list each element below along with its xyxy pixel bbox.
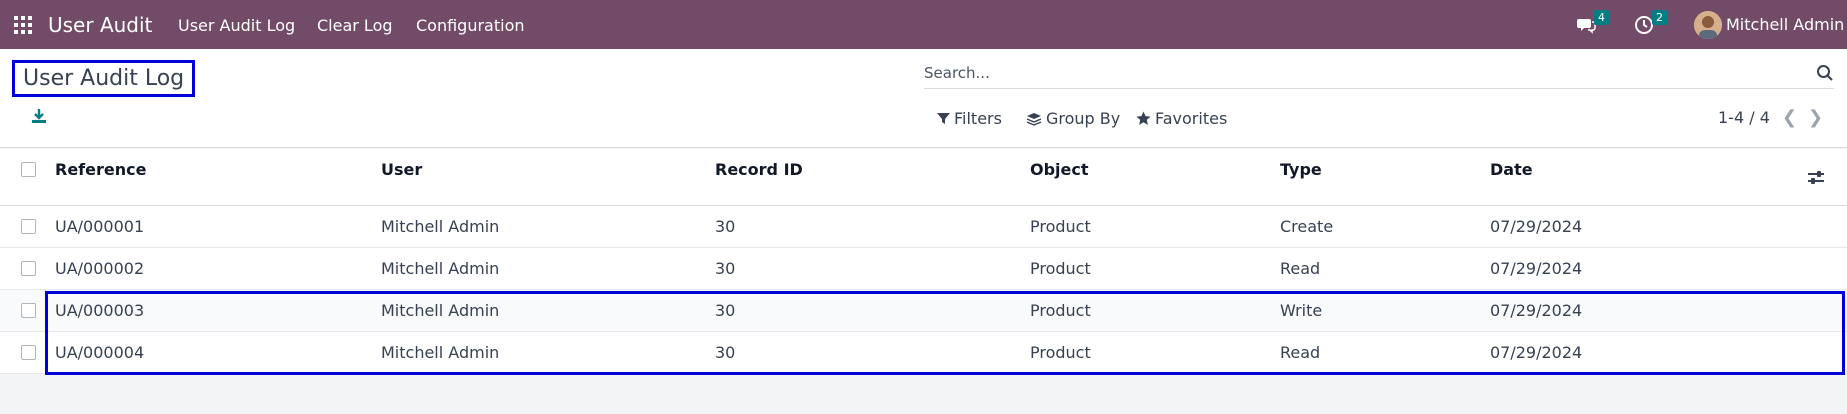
row-checkbox[interactable] [21, 303, 36, 318]
pager-next-icon[interactable]: ❯ [1808, 107, 1823, 128]
apps-menu-icon[interactable] [14, 16, 32, 34]
cell-date: 07/29/2024 [1490, 301, 1583, 320]
menu-user-audit-log[interactable]: User Audit Log [178, 16, 295, 35]
chat-icon [1577, 19, 1596, 34]
pager-previous-icon[interactable]: ❮ [1782, 107, 1797, 128]
favorites-label: Favorites [1155, 109, 1228, 128]
cell-record-id: 30 [715, 343, 736, 362]
column-header-reference[interactable]: Reference [55, 160, 146, 179]
cell-type: Write [1280, 301, 1323, 320]
row-checkbox[interactable] [21, 345, 36, 360]
user-avatar[interactable] [1694, 11, 1722, 39]
group-by-button[interactable]: Group By [1026, 109, 1120, 128]
clock-icon [1635, 16, 1653, 34]
cell-object: Product [1030, 343, 1091, 362]
column-header-record-id[interactable]: Record ID [715, 160, 803, 179]
cell-reference: UA/000002 [55, 259, 145, 278]
cell-reference: UA/000003 [55, 301, 145, 320]
menu-clear-log[interactable]: Clear Log [317, 16, 393, 35]
filter-icon [937, 113, 950, 124]
download-icon[interactable] [30, 107, 48, 125]
menu-configuration[interactable]: Configuration [416, 16, 525, 35]
user-menu-name[interactable]: Mitchell Admin [1726, 15, 1844, 34]
favorites-button[interactable]: Favorites [1136, 109, 1227, 128]
table-row[interactable]: UA/000003 Mitchell Admin 30 Product Writ… [0, 290, 1847, 332]
column-header-type[interactable]: Type [1280, 160, 1322, 179]
filters-button[interactable]: Filters [937, 109, 1002, 128]
search-input[interactable] [924, 59, 1804, 87]
cell-user: Mitchell Admin [381, 217, 500, 236]
audit-log-list: Reference User Record ID Object Type Dat… [0, 149, 1847, 374]
row-checkbox[interactable] [21, 261, 36, 276]
page-title: User Audit Log [12, 60, 196, 97]
column-header-object[interactable]: Object [1030, 160, 1089, 179]
cell-object: Product [1030, 217, 1091, 236]
table-row[interactable]: UA/000004 Mitchell Admin 30 Product Read… [0, 332, 1847, 374]
messages-badge: 4 [1594, 10, 1609, 25]
group-by-label: Group By [1046, 109, 1121, 128]
layers-icon [1026, 112, 1042, 126]
cell-record-id: 30 [715, 217, 736, 236]
activities-badge: 2 [1652, 10, 1667, 25]
control-panel: User Audit Log Filters Group By Favorite… [0, 49, 1847, 148]
optional-columns-icon[interactable] [1807, 169, 1825, 187]
cell-date: 07/29/2024 [1490, 217, 1583, 236]
table-row[interactable]: UA/000002 Mitchell Admin 30 Product Read… [0, 248, 1847, 290]
cell-record-id: 30 [715, 301, 736, 320]
cell-type: Read [1280, 343, 1321, 362]
search-icon[interactable] [1816, 64, 1834, 82]
column-header-date[interactable]: Date [1490, 160, 1533, 179]
cell-user: Mitchell Admin [381, 301, 500, 320]
star-icon [1136, 111, 1151, 125]
top-navbar: User Audit User Audit Log Clear Log Conf… [0, 0, 1847, 49]
cell-user: Mitchell Admin [381, 343, 500, 362]
cell-reference: UA/000001 [55, 217, 145, 236]
column-header-user[interactable]: User [381, 160, 422, 179]
cell-type: Read [1280, 259, 1321, 278]
cell-record-id: 30 [715, 259, 736, 278]
cell-object: Product [1030, 301, 1091, 320]
select-all-checkbox[interactable] [21, 162, 36, 177]
cell-date: 07/29/2024 [1490, 259, 1583, 278]
cell-reference: UA/000004 [55, 343, 145, 362]
filters-label: Filters [954, 109, 1002, 128]
cell-date: 07/29/2024 [1490, 343, 1583, 362]
table-row[interactable]: UA/000001 Mitchell Admin 30 Product Crea… [0, 206, 1847, 248]
table-header-row: Reference User Record ID Object Type Dat… [0, 149, 1847, 206]
search-bar [924, 59, 1834, 89]
app-brand[interactable]: User Audit [48, 13, 152, 37]
pager-value[interactable]: 1-4 / 4 [1718, 108, 1770, 127]
cell-object: Product [1030, 259, 1091, 278]
row-checkbox[interactable] [21, 219, 36, 234]
cell-type: Create [1280, 217, 1334, 236]
cell-user: Mitchell Admin [381, 259, 500, 278]
